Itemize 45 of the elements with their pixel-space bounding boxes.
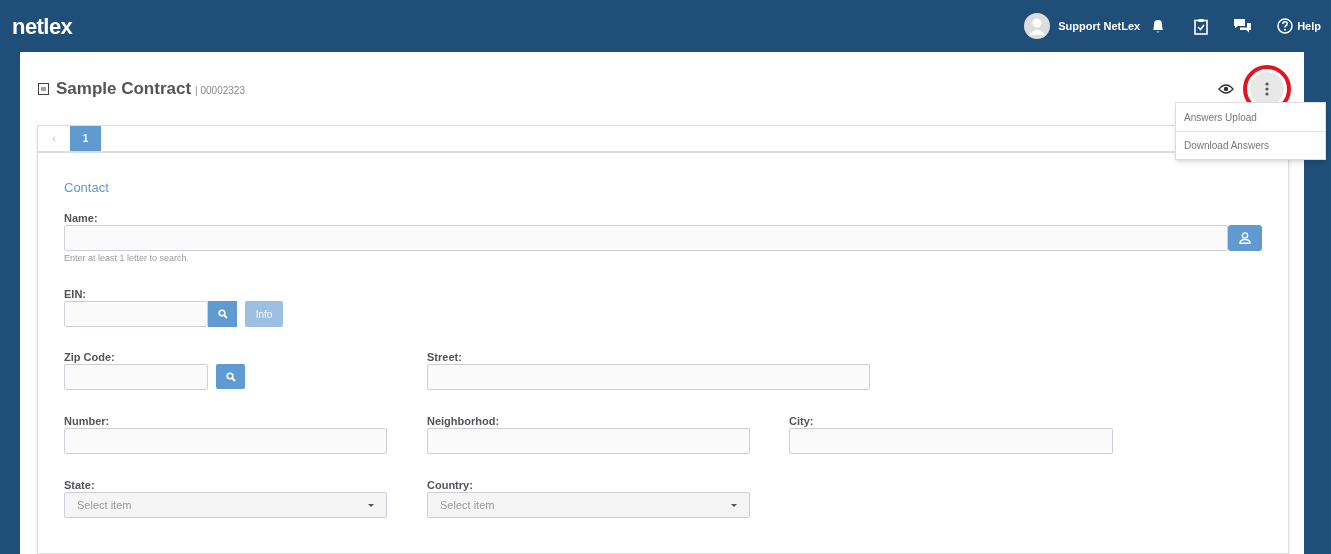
field-label: Neighborhod:	[427, 415, 501, 428]
field-label: Country:	[427, 479, 474, 492]
help-icon[interactable]	[1277, 18, 1294, 34]
help-link[interactable]: Help	[1297, 17, 1321, 35]
document-title: Sample Contract	[56, 77, 192, 100]
field-label: Number:	[64, 415, 111, 428]
select-field[interactable]: Select item	[64, 492, 387, 518]
input-field[interactable]	[64, 225, 1228, 251]
kebab-icon	[1265, 81, 1269, 96]
page-tab[interactable]: 1	[70, 126, 101, 151]
field-label: City:	[789, 415, 815, 428]
document-icon	[38, 82, 49, 95]
clipboard-check-icon[interactable]	[1194, 17, 1209, 35]
logo[interactable]: netlex	[12, 9, 73, 43]
field-label: Zip Code:	[64, 351, 116, 364]
avatar-icon[interactable]	[1024, 13, 1051, 39]
chat-icon[interactable]	[1234, 18, 1252, 34]
input-field[interactable]	[64, 364, 208, 390]
caret-icon	[368, 503, 374, 507]
search-button[interactable]	[216, 364, 245, 389]
user-name[interactable]: Support NetLex	[1058, 17, 1141, 35]
field-label: State:	[64, 479, 96, 492]
input-field[interactable]	[64, 428, 387, 454]
field-label: Street:	[427, 351, 463, 364]
input-field[interactable]	[789, 428, 1113, 454]
menu-item[interactable]: Answers Upload	[1176, 103, 1325, 131]
input-field[interactable]	[64, 301, 208, 327]
placeholder: Select item	[440, 497, 495, 513]
search-icon	[225, 371, 236, 382]
menu-item[interactable]: Download Answers	[1176, 131, 1325, 159]
input-field[interactable]	[427, 364, 870, 390]
contact-lookup-button[interactable]	[1228, 225, 1262, 251]
section-title: Contact	[64, 180, 110, 195]
caret-icon	[731, 503, 737, 507]
field-label: EIN:	[64, 288, 87, 301]
input-field[interactable]	[427, 428, 750, 454]
search-button[interactable]	[208, 301, 237, 327]
field-label: Name:	[64, 212, 99, 225]
hint-text: Enter at least 1 letter to search.	[64, 253, 191, 263]
eye-icon[interactable]	[1218, 83, 1234, 94]
document-number: | 00002323	[195, 84, 245, 98]
search-icon	[217, 309, 228, 319]
person-icon	[1239, 232, 1251, 244]
select-field[interactable]: Select item	[427, 492, 750, 518]
placeholder: Select item	[77, 497, 132, 513]
